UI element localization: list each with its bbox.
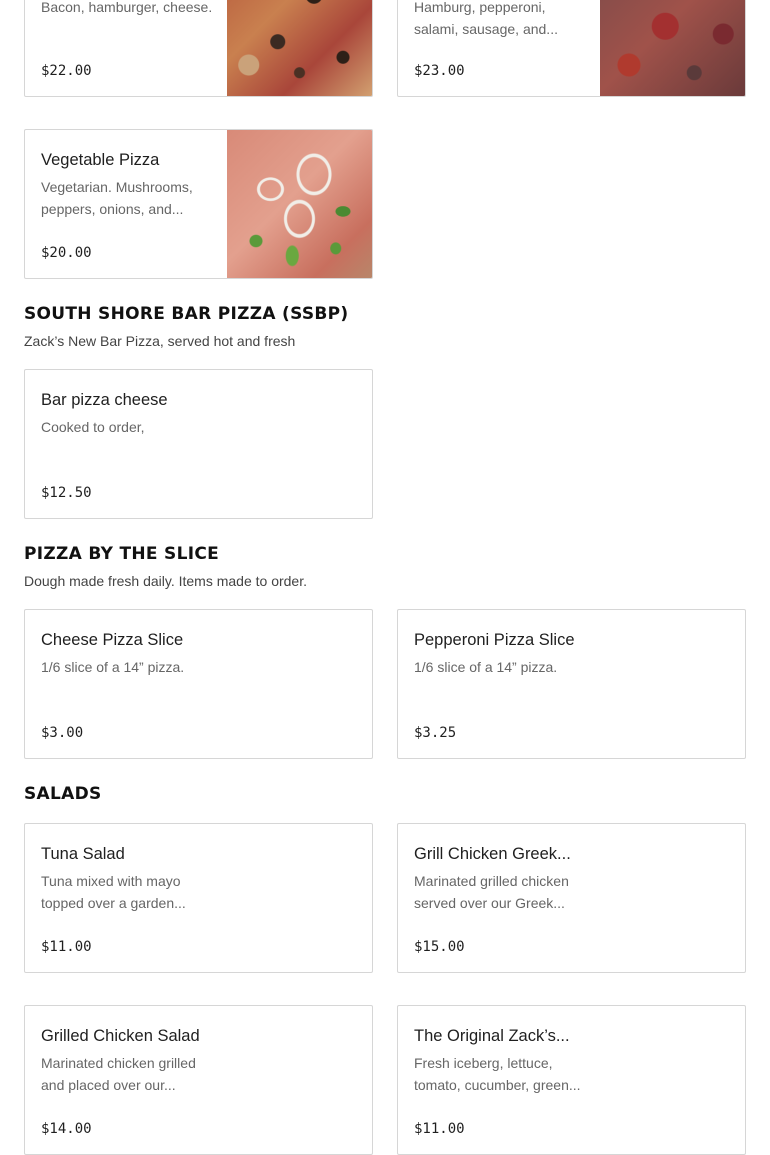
vegetable-pizza-photo <box>227 130 372 278</box>
item-description: Marinated chicken grilled and placed ove… <box>41 1055 196 1093</box>
item-description: Vegetarian. Mushrooms, peppers, onions, … <box>41 179 193 217</box>
menu-item-card[interactable]: Hamburg, pepperoni, salami, sausage, and… <box>397 0 746 97</box>
item-price: $22.00 <box>41 63 92 79</box>
menu-item-card[interactable]: Grilled Chicken Salad Marinated chicken … <box>24 1005 373 1155</box>
item-description: 1/6 slice of a 14” pizza. <box>414 659 558 675</box>
bacon-hamburger-pizza-photo <box>227 0 372 96</box>
item-price: $11.00 <box>414 1121 465 1137</box>
item-name: Pepperoni Pizza Slice <box>414 631 575 649</box>
item-price: $3.00 <box>41 725 84 741</box>
menu-item-card[interactable]: Grill Chicken Greek... Marinated grilled… <box>397 823 746 973</box>
item-description: Cooked to order, <box>41 419 145 435</box>
item-price: $3.25 <box>414 725 457 741</box>
item-name: Tuna Salad <box>41 845 125 863</box>
meat-lovers-pizza-photo <box>600 0 745 96</box>
item-name: Grill Chicken Greek... <box>414 845 571 863</box>
item-description: Tuna mixed with mayo topped over a garde… <box>41 873 186 911</box>
item-name: Grilled Chicken Salad <box>41 1027 200 1045</box>
section-title: SALADS <box>24 784 102 804</box>
section-description: Dough made fresh daily. Items made to or… <box>24 573 307 589</box>
item-name: Cheese Pizza Slice <box>41 631 184 649</box>
item-price: $23.00 <box>414 63 465 79</box>
section-description: Zack’s New Bar Pizza, served hot and fre… <box>24 333 296 349</box>
item-name: Bar pizza cheese <box>41 391 168 409</box>
menu-item-card[interactable]: Tuna Salad Tuna mixed with mayo topped o… <box>24 823 373 973</box>
item-price: $14.00 <box>41 1121 92 1137</box>
menu-item-card[interactable]: Bacon, hamburger, cheese. $22.00 <box>24 0 373 97</box>
section-title: SOUTH SHORE BAR PIZZA (SSBP) <box>24 304 349 324</box>
menu-item-card[interactable]: The Original Zack’s... Fresh iceberg, le… <box>397 1005 746 1155</box>
menu-item-card[interactable]: Cheese Pizza Slice 1/6 slice of a 14” pi… <box>24 609 373 759</box>
item-description: Marinated grilled chicken served over ou… <box>414 873 569 911</box>
item-description: Fresh iceberg, lettuce, tomato, cucumber… <box>414 1055 581 1093</box>
item-description: 1/6 slice of a 14” pizza. <box>41 659 185 675</box>
item-description: Hamburg, pepperoni, salami, sausage, and… <box>414 0 558 37</box>
item-price: $11.00 <box>41 939 92 955</box>
menu-item-card[interactable]: Vegetable Pizza Vegetarian. Mushrooms, p… <box>24 129 373 279</box>
item-price: $12.50 <box>41 485 92 501</box>
item-description: Bacon, hamburger, cheese. <box>41 0 213 15</box>
item-price: $20.00 <box>41 245 92 261</box>
menu-item-card[interactable]: Pepperoni Pizza Slice 1/6 slice of a 14”… <box>397 609 746 759</box>
item-name: Vegetable Pizza <box>41 151 160 169</box>
menu-item-card[interactable]: Bar pizza cheese Cooked to order, $12.50 <box>24 369 373 519</box>
section-title: PIZZA BY THE SLICE <box>24 544 220 564</box>
item-name: The Original Zack’s... <box>414 1027 570 1045</box>
item-price: $15.00 <box>414 939 465 955</box>
